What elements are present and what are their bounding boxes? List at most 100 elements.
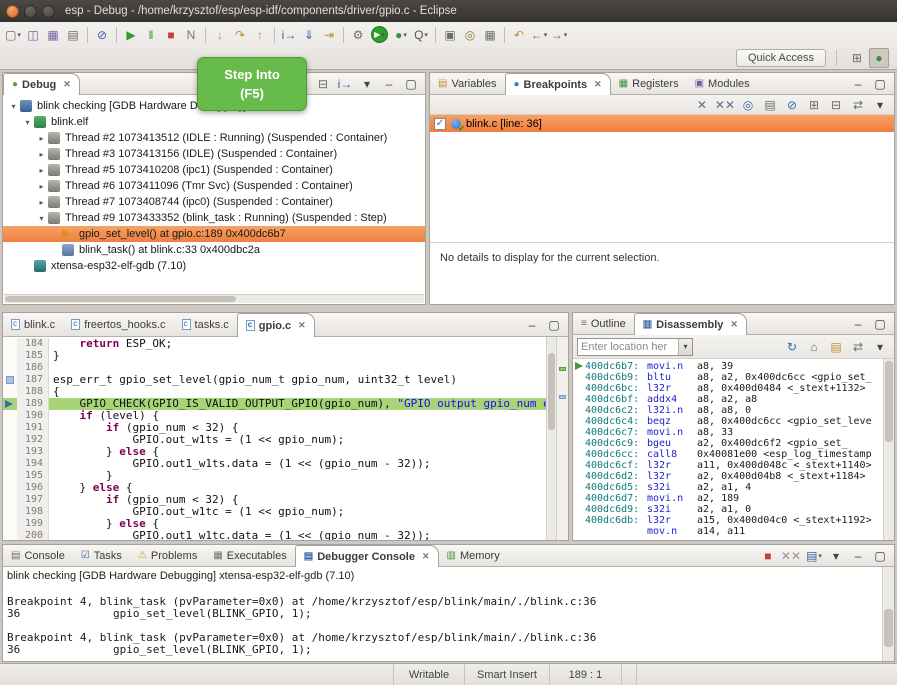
- tab-problems[interactable]: ⚠Problems: [130, 545, 205, 566]
- close-icon[interactable]: ✕: [298, 320, 306, 331]
- close-icon[interactable]: ✕: [594, 79, 602, 90]
- annotation-gutter[interactable]: [3, 470, 17, 482]
- expander-closed-icon[interactable]: ▸: [35, 166, 48, 175]
- disassembly-gutter[interactable]: [573, 383, 585, 394]
- tab-executables[interactable]: ▦Executables: [205, 545, 294, 566]
- breakpoint-checkbox[interactable]: ✓: [434, 118, 446, 130]
- console-output[interactable]: blink checking [GDB Hardware Debugging] …: [3, 567, 882, 661]
- suspend-button[interactable]: ‖: [141, 25, 161, 45]
- console-scrollbar[interactable]: [882, 567, 894, 661]
- disassembly-gutter[interactable]: [573, 515, 585, 526]
- disconnect-button[interactable]: N: [181, 25, 201, 45]
- drop-to-frame-button[interactable]: ⇓: [299, 25, 319, 45]
- close-icon[interactable]: ✕: [63, 79, 71, 90]
- scrollbar-thumb[interactable]: [5, 296, 236, 302]
- annotation-gutter[interactable]: [3, 458, 17, 470]
- forward-button[interactable]: →▾: [549, 25, 569, 45]
- scrollbar-thumb[interactable]: [548, 353, 555, 430]
- tab-modules[interactable]: ▣Modules: [687, 73, 758, 94]
- step-return-button[interactable]: ↑: [250, 25, 270, 45]
- disassembly-gutter[interactable]: [573, 482, 585, 493]
- link-with-debug-view-button[interactable]: ⇄: [848, 95, 868, 115]
- skip-all-breakpoints-button[interactable]: ⊘: [782, 95, 802, 115]
- external-tools-button[interactable]: Q▾: [411, 25, 431, 45]
- annotation-gutter[interactable]: [3, 506, 17, 518]
- view-menu-button[interactable]: ▾: [870, 95, 890, 115]
- scrollbar-thumb[interactable]: [884, 609, 893, 647]
- maximize-button[interactable]: ▢: [870, 74, 890, 94]
- annotation-gutter[interactable]: [3, 422, 17, 434]
- print-button[interactable]: ▤: [63, 25, 83, 45]
- debug-tree-item[interactable]: xtensa-esp32-elf-gdb (7.10): [3, 258, 425, 274]
- window-maximize-button[interactable]: [42, 5, 55, 18]
- back-button[interactable]: ←▾: [529, 25, 549, 45]
- window-minimize-button[interactable]: [24, 5, 37, 18]
- debug-tree-item[interactable]: ▸Thread #2 1073413512 (IDLE : Running) (…: [3, 130, 425, 146]
- remove-all-breakpoints-button[interactable]: ✕✕: [714, 95, 736, 115]
- save-all-button[interactable]: ▦: [43, 25, 63, 45]
- search-button[interactable]: ◎: [460, 25, 480, 45]
- show-source-button[interactable]: ▤: [826, 337, 846, 357]
- annotation-gutter[interactable]: [3, 362, 17, 374]
- disassembly-gutter[interactable]: [573, 438, 585, 449]
- save-button[interactable]: ◫: [23, 25, 43, 45]
- scrollbar-thumb[interactable]: [885, 361, 893, 442]
- tab-tasks-c[interactable]: tasks.c: [174, 313, 237, 336]
- remove-selected-breakpoints-button[interactable]: ✕: [692, 95, 712, 115]
- expander-open-icon[interactable]: ▾: [35, 214, 48, 223]
- disassembly-gutter[interactable]: [573, 372, 585, 383]
- collapse-all-button[interactable]: ⊟: [313, 74, 333, 94]
- disassembly-scrollbar[interactable]: [883, 359, 894, 540]
- step-over-button[interactable]: ↷: [230, 25, 250, 45]
- refresh-button[interactable]: ↻: [782, 337, 802, 357]
- display-selected-console-button[interactable]: ▤▾: [804, 546, 824, 566]
- view-menu-button[interactable]: ▾: [826, 546, 846, 566]
- expander-closed-icon[interactable]: ▸: [35, 198, 48, 207]
- show-breakpoints-supported-button[interactable]: ◎: [738, 95, 758, 115]
- disassembly-gutter[interactable]: [573, 471, 585, 482]
- annotation-gutter[interactable]: [3, 518, 17, 530]
- code-editor[interactable]: 184 return ESP_OK;185}186187esp_err_t gp…: [3, 337, 568, 540]
- location-combo[interactable]: ▾: [577, 338, 693, 356]
- minimize-button[interactable]: –: [522, 315, 542, 335]
- debug-horizontal-scrollbar[interactable]: [4, 294, 424, 303]
- annotation-gutter[interactable]: [3, 410, 17, 422]
- tab-tasks[interactable]: ☑Tasks: [73, 545, 130, 566]
- use-step-filters-button[interactable]: ⇥: [319, 25, 339, 45]
- expander-closed-icon[interactable]: ▸: [35, 134, 48, 143]
- annotation-gutter[interactable]: [3, 374, 17, 386]
- tab-registers[interactable]: ▦Registers: [611, 73, 687, 94]
- disassembly-gutter[interactable]: [573, 449, 585, 460]
- debug-tree-item[interactable]: ▸Thread #7 1073408744 (ipc0) (Suspended …: [3, 194, 425, 210]
- maximize-button[interactable]: ▢: [870, 546, 890, 566]
- last-edit-location-button[interactable]: ↶: [509, 25, 529, 45]
- disassembly-gutter[interactable]: [573, 405, 585, 416]
- tab-console[interactable]: ▤Console: [3, 545, 73, 566]
- minimize-button[interactable]: –: [848, 314, 868, 334]
- expander-closed-icon[interactable]: ▸: [35, 150, 48, 159]
- disassembly-gutter[interactable]: [573, 460, 585, 471]
- disassembly-gutter[interactable]: [573, 504, 585, 515]
- view-menu-button[interactable]: ▾: [870, 337, 890, 357]
- editor-overview-ruler[interactable]: [556, 337, 568, 540]
- tab-outline[interactable]: ≡Outline: [573, 313, 634, 334]
- annotation-gutter[interactable]: [3, 338, 17, 350]
- annotation-gutter[interactable]: [3, 434, 17, 446]
- editor-vertical-scrollbar[interactable]: [546, 337, 556, 540]
- tab-debug[interactable]: ●Debug✕: [3, 73, 80, 95]
- instruction-stepping-mode-button[interactable]: i→: [335, 74, 355, 94]
- debug-button[interactable]: ●▾: [391, 25, 411, 45]
- disassembly-gutter[interactable]: [573, 526, 585, 537]
- debug-tree-item[interactable]: ▸Thread #3 1073413156 (IDLE) (Suspended …: [3, 146, 425, 162]
- window-titlebar[interactable]: esp - Debug - /home/krzysztof/esp/esp-id…: [0, 0, 897, 22]
- tab-variables[interactable]: ▤Variables: [430, 73, 505, 94]
- annotation-gutter[interactable]: [3, 398, 17, 410]
- open-perspective-button[interactable]: ⊞: [847, 48, 867, 68]
- open-type-button[interactable]: ▣: [440, 25, 460, 45]
- skip-all-breakpoints-button[interactable]: ⊘: [92, 25, 112, 45]
- minimize-button[interactable]: –: [848, 546, 868, 566]
- maximize-button[interactable]: ▢: [870, 314, 890, 334]
- annotation-gutter[interactable]: [3, 386, 17, 398]
- annotation-gutter[interactable]: [3, 494, 17, 506]
- tab-debugger-console[interactable]: ▤Debugger Console✕: [295, 545, 439, 567]
